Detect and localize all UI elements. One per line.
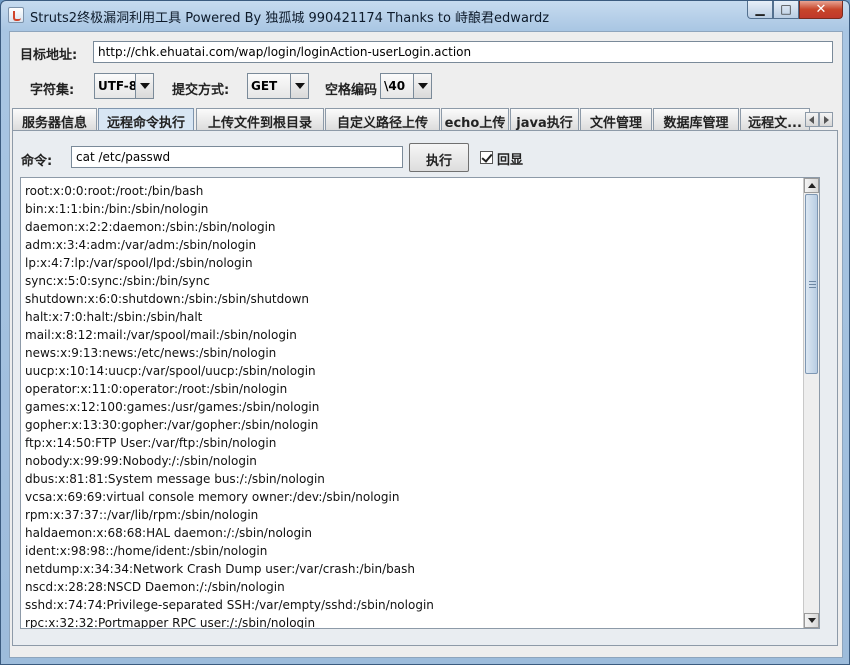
output-line: nobody:x:99:99:Nobody:/:/sbin/nologin [25, 454, 257, 468]
tab-file-manager[interactable]: 文件管理 [580, 108, 652, 130]
output-line: ident:x:98:98::/home/ident:/sbin/nologin [25, 544, 268, 558]
output-line: ftp:x:14:50:FTP User:/var/ftp:/sbin/nolo… [25, 436, 277, 450]
command-input[interactable]: cat /etc/passwd [71, 146, 403, 168]
chevron-down-icon[interactable] [290, 74, 308, 98]
minimize-icon: ▁ [755, 2, 765, 16]
charset-value: UTF-8 [95, 74, 135, 98]
tab-echo-upload[interactable]: echo上传 [441, 108, 509, 130]
close-icon: ✕ [815, 2, 827, 17]
output-line: gopher:x:13:30:gopher:/var/gopher:/sbin/… [25, 418, 319, 432]
tab-remote-command[interactable]: 远程命令执行 [98, 108, 194, 130]
maximize-button[interactable]: □ [773, 1, 799, 19]
output-line: rpm:x:37:37::/var/lib/rpm:/sbin/nologin [25, 508, 259, 522]
scrollbar-thumb[interactable] [805, 194, 818, 374]
vertical-scrollbar[interactable] [803, 178, 819, 628]
chevron-down-icon[interactable] [135, 74, 153, 98]
output-line: bin:x:1:1:bin:/bin:/sbin/nologin [25, 202, 209, 216]
main-panel: 目标地址: http://chk.ehuatai.com/wap/login/l… [9, 31, 843, 658]
target-url-input[interactable]: http://chk.ehuatai.com/wap/login/loginAc… [93, 41, 833, 63]
echo-checkbox[interactable] [480, 151, 493, 164]
output-line: sshd:x:74:74:Privilege-separated SSH:/va… [25, 598, 434, 612]
target-url-label: 目标地址: [20, 48, 78, 63]
tab-database[interactable]: 数据库管理 [653, 108, 739, 130]
output-line: root:x:0:0:root:/root:/bin/bash [25, 184, 204, 198]
command-output-text: root:x:0:0:root:/root:/bin/bash bin:x:1:1… [25, 182, 800, 629]
app-window: Struts2终极漏洞利用工具 Powered By 独孤城 990421174… [0, 0, 850, 665]
tab-bar: 服务器信息 远程命令执行 上传文件到根目录 自定义路径上传 echo上传 jav… [12, 108, 812, 130]
scroll-down-icon[interactable] [804, 613, 819, 628]
tab-custom-upload[interactable]: 自定义路径上传 [325, 108, 440, 130]
output-line: games:x:12:100:games:/usr/games:/sbin/no… [25, 400, 320, 414]
tab-java-exec[interactable]: java执行 [510, 108, 579, 130]
output-line: nscd:x:28:28:NSCD Daemon:/:/sbin/nologin [25, 580, 285, 594]
command-label: 命令: [21, 154, 53, 169]
output-line: adm:x:3:4:adm:/var/adm:/sbin/nologin [25, 238, 257, 252]
output-line: netdump:x:34:34:Network Crash Dump user:… [25, 562, 415, 576]
output-line: operator:x:11:0:operator:/root:/sbin/nol… [25, 382, 288, 396]
output-line: lp:x:4:7:lp:/var/spool/lpd:/sbin/nologin [25, 256, 253, 270]
method-value: GET [248, 74, 290, 98]
output-line: rpc:x:32:32:Portmapper RPC user:/:/sbin/… [25, 616, 316, 629]
execute-button[interactable]: 执行 [409, 143, 469, 172]
charset-label: 字符集: [30, 83, 75, 98]
maximize-icon: □ [780, 2, 792, 16]
method-select[interactable]: GET [247, 73, 309, 99]
echo-label: 回显 [497, 153, 524, 168]
charset-select[interactable]: UTF-8 [94, 73, 154, 99]
space-encoding-label: 空格编码 [325, 83, 378, 98]
tab-scroll-left-icon[interactable] [805, 112, 819, 127]
output-line: uucp:x:10:14:uucp:/var/spool/uucp:/sbin/… [25, 364, 316, 378]
scroll-up-icon[interactable] [804, 178, 819, 193]
output-line: sync:x:5:0:sync:/sbin:/bin/sync [25, 274, 210, 288]
tab-upload-root[interactable]: 上传文件到根目录 [196, 108, 324, 130]
minimize-button[interactable]: ▁ [747, 1, 773, 19]
tab-scroll-right-icon[interactable] [819, 112, 833, 127]
output-line: halt:x:7:0:halt:/sbin:/sbin/halt [25, 310, 203, 324]
close-button[interactable]: ✕ [799, 1, 843, 19]
output-line: shutdown:x:6:0:shutdown:/sbin:/sbin/shut… [25, 292, 310, 306]
output-line: haldaemon:x:68:68:HAL daemon:/:/sbin/nol… [25, 526, 313, 540]
tab-remote-file[interactable]: 远程文... [740, 108, 810, 130]
chevron-down-icon[interactable] [413, 74, 431, 98]
grip-icon [809, 281, 816, 288]
output-line: dbus:x:81:81:System message bus:/:/sbin/… [25, 472, 325, 486]
output-line: news:x:9:13:news:/etc/news:/sbin/nologin [25, 346, 277, 360]
window-controls: ▁ □ ✕ [747, 1, 843, 20]
method-label: 提交方式: [172, 83, 230, 98]
window-title: Struts2终极漏洞利用工具 Powered By 独孤城 990421174… [30, 11, 550, 26]
title-bar[interactable]: Struts2终极漏洞利用工具 Powered By 独孤城 990421174… [1, 1, 849, 31]
output-line: vcsa:x:69:69:virtual console memory owne… [25, 490, 400, 504]
java-app-icon [8, 7, 24, 23]
command-output-area[interactable]: root:x:0:0:root:/root:/bin/bash bin:x:1:1… [20, 177, 820, 629]
output-line: daemon:x:2:2:daemon:/sbin:/sbin/nologin [25, 220, 276, 234]
space-encoding-value: \40 [381, 74, 413, 98]
output-line: mail:x:8:12:mail:/var/spool/mail:/sbin/n… [25, 328, 297, 342]
space-encoding-select[interactable]: \40 [380, 73, 432, 99]
tab-server-info[interactable]: 服务器信息 [12, 108, 97, 130]
